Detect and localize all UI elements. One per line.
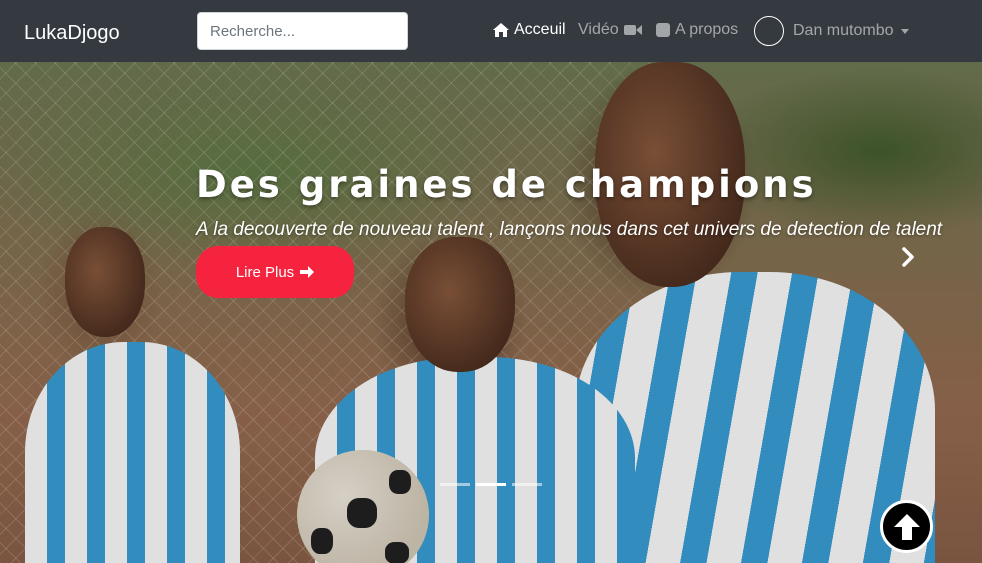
square-icon [656,23,670,37]
scroll-to-top-button[interactable] [880,500,933,553]
chevron-right-icon [902,247,914,267]
nav-link-home[interactable]: Acceuil [493,19,566,41]
home-icon [493,23,509,37]
read-more-button[interactable]: Lire Plus [196,246,354,298]
read-more-label: Lire Plus [235,263,295,281]
nav-link-home-label: Acceuil [514,21,566,38]
user-dropdown[interactable]: Dan mutombo [754,16,909,46]
navbar: LukaDjogo Acceuil Vidéo A propos Dan mut… [0,0,982,62]
search-input[interactable] [197,12,408,50]
video-camera-icon [623,25,642,35]
user-name: Dan mutombo [793,22,894,39]
nav-link-video[interactable]: Vidéo [578,19,642,41]
carousel-indicator-1[interactable] [440,483,470,486]
brand-logo[interactable]: LukaDjogo [24,20,120,46]
avatar-circle-icon [754,16,784,46]
image-overlay [0,62,982,563]
nav-link-about[interactable]: A propos [656,19,738,41]
nav-link-about-label: A propos [675,21,739,38]
carousel-indicator-2[interactable] [476,483,506,486]
carousel-indicators [440,483,542,486]
carousel-indicator-3[interactable] [512,483,542,486]
arrow-right-icon [300,266,315,278]
hero-subtitle: A la decouverte de nouveau talent , lanç… [196,219,943,240]
hero-carousel: Des graines de champions A la decouverte… [0,62,982,563]
arrow-up-icon [893,513,920,540]
hero-title: Des graines de champions [196,163,817,206]
nav-link-video-label: Vidéo [578,21,619,38]
caret-down-icon [900,28,909,34]
carousel-next-button[interactable] [896,245,920,269]
